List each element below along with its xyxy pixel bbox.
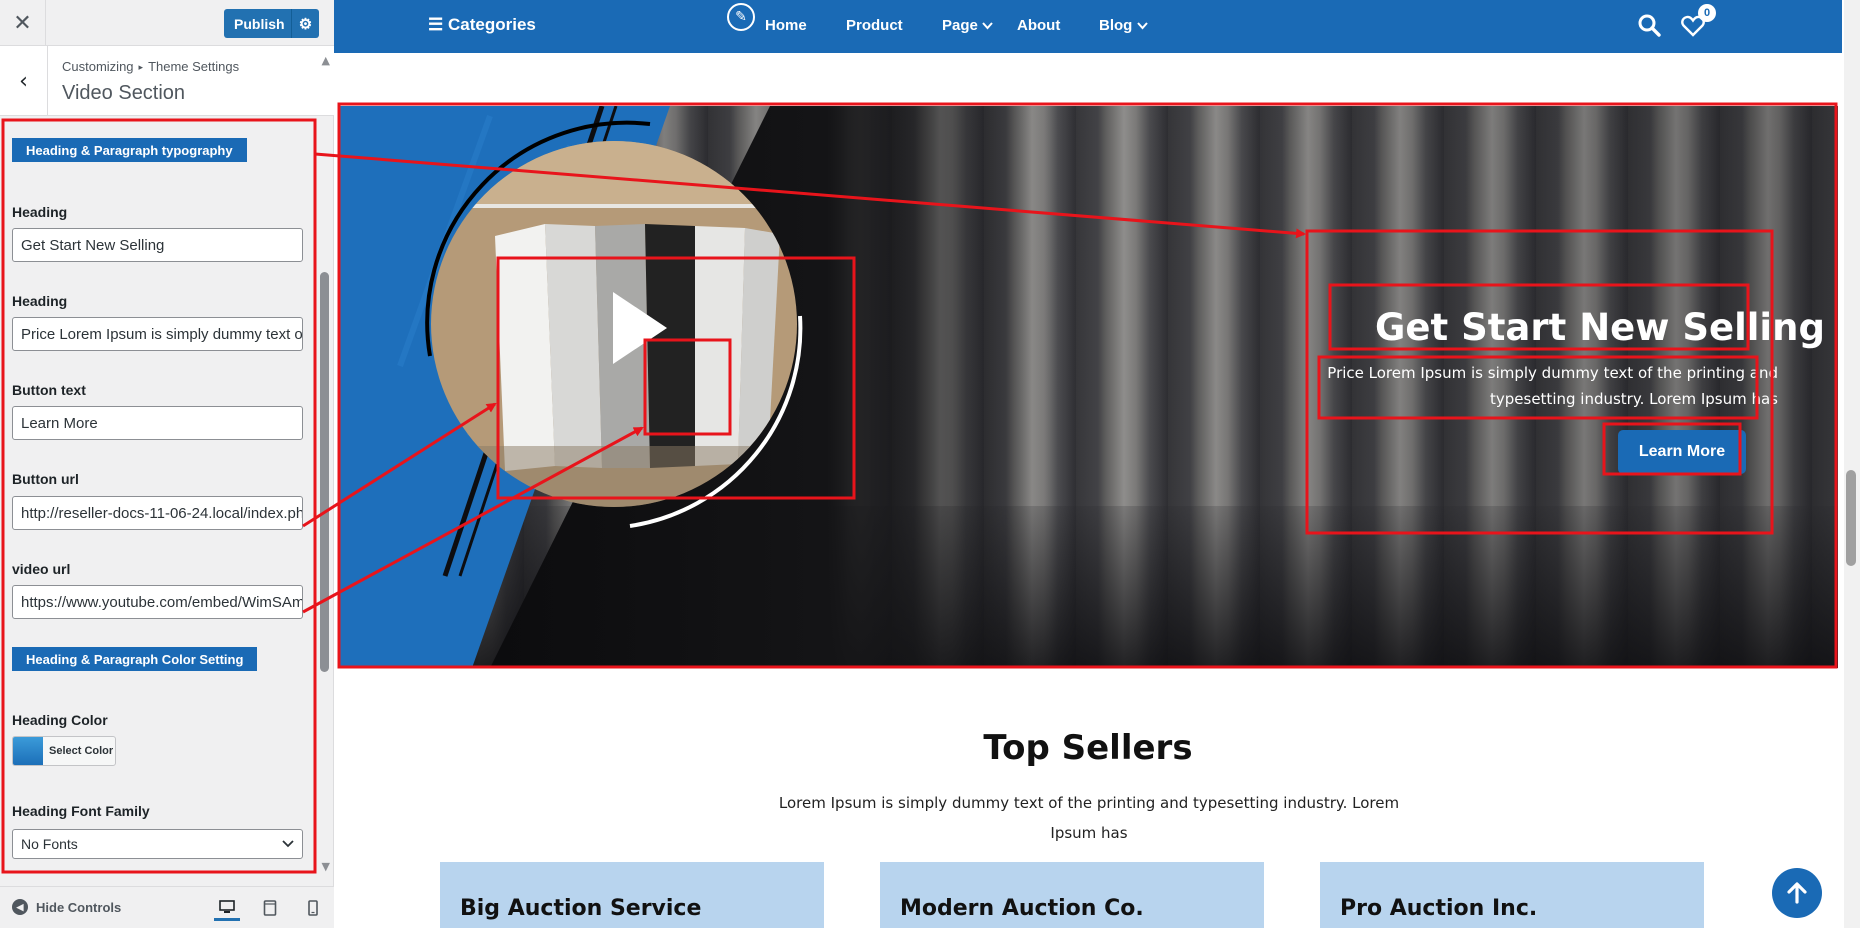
video-section-hero: Get Start New Selling Price Lorem Ipsum …: [340, 106, 1838, 668]
edit-pencil-icon[interactable]: ✎: [727, 3, 755, 31]
page-scrollbar-thumb[interactable]: [1846, 470, 1856, 566]
seller-name: Big Auction Service: [460, 896, 702, 921]
site-navbar: ☰ Categories ✎ Home Product Page About B…: [334, 0, 1842, 53]
scroll-up-arrow-icon[interactable]: ▲: [322, 54, 330, 67]
font-family-select[interactable]: No Fonts: [12, 829, 303, 859]
typography-section-heading: Heading & Paragraph typography: [12, 138, 247, 162]
nav-product[interactable]: Product: [846, 17, 903, 34]
section-header: ‹ Customizing ▸ Theme Settings Video Secti…: [0, 46, 334, 116]
breadcrumb-item: Customizing: [62, 59, 134, 74]
breadcrumb: Customizing ▸ Theme Settings: [62, 59, 239, 74]
select-color-button[interactable]: Select Color: [12, 736, 116, 766]
color-section-heading: Heading & Paragraph Color Setting: [12, 647, 258, 671]
breadcrumb-item: Theme Settings: [148, 59, 240, 74]
site-preview: ☰ Categories ✎ Home Product Page About B…: [334, 0, 1860, 928]
chevron-down-icon: [1136, 22, 1148, 30]
hero-heading: Get Start New Selling: [1375, 306, 1825, 349]
nav-blog[interactable]: Blog: [1099, 17, 1148, 34]
panel-scrollbar-thumb[interactable]: [320, 272, 329, 672]
hide-controls-label: Hide Controls: [36, 899, 122, 915]
hide-controls-button[interactable]: ◀ Hide Controls: [12, 899, 121, 915]
search-icon[interactable]: [1637, 13, 1661, 37]
arrow-up-icon: [1787, 882, 1807, 904]
tablet-preview-icon[interactable]: [257, 895, 283, 921]
seller-card[interactable]: Pro Auction Inc.: [1320, 862, 1704, 928]
collapse-icon: ◀: [12, 899, 28, 915]
color-swatch: [13, 737, 43, 765]
controls-list: Heading & Paragraph typography Heading G…: [0, 116, 334, 880]
seller-card[interactable]: Big Auction Service: [440, 862, 824, 928]
button-text-label: Button text: [12, 382, 86, 398]
wishlist-count-badge: 0: [1698, 4, 1716, 22]
close-icon: ✕: [13, 10, 32, 36]
mobile-preview-icon[interactable]: [300, 895, 326, 921]
chevron-down-icon: [282, 840, 294, 848]
section-title: Video Section: [62, 82, 186, 104]
font-family-label: Heading Font Family: [12, 803, 150, 819]
desktop-preview-icon[interactable]: [214, 895, 240, 921]
customizer-topbar: ✕ Publish ⚙: [0, 0, 334, 46]
hero-learn-more-button[interactable]: Learn More: [1618, 430, 1746, 474]
video-url-input[interactable]: https://www.youtube.com/embed/WimSAmpleV…: [12, 585, 303, 619]
select-color-label: Select Color: [49, 745, 114, 757]
menu-icon: ☰: [428, 15, 444, 34]
seller-card[interactable]: Modern Auction Co.: [880, 862, 1264, 928]
page-scrollbar-track[interactable]: [1844, 0, 1860, 928]
nav-categories[interactable]: ☰ Categories: [428, 15, 536, 35]
paragraph-input[interactable]: Price Lorem Ipsum is simply dummy text o…: [12, 317, 303, 351]
breadcrumb-separator-icon: ▸: [138, 62, 144, 72]
customizer-panel: ✕ Publish ⚙ ‹ Customizing ▸ Theme Settings…: [0, 0, 334, 928]
button-url-input[interactable]: http://reseller-docs-11-06-24.local/inde…: [12, 496, 303, 530]
nav-page[interactable]: Page: [942, 17, 993, 34]
paragraph-label: Heading: [12, 293, 68, 309]
nav-categories-label: Categories: [447, 15, 536, 34]
nav-about[interactable]: About: [1017, 17, 1060, 34]
nav-page-label: Page: [942, 17, 978, 34]
nav-blog-label: Blog: [1099, 17, 1133, 34]
publish-button[interactable]: Publish ⚙: [224, 9, 319, 38]
nav-home[interactable]: Home: [765, 17, 807, 34]
customizer-footer: ◀ Hide Controls: [0, 886, 334, 928]
top-sellers-title: Top Sellers: [983, 728, 1193, 768]
back-to-top-button[interactable]: [1772, 868, 1822, 918]
top-sellers-subtitle: Lorem Ipsum is simply dummy text of the …: [778, 794, 1400, 842]
chevron-down-icon: [982, 22, 993, 30]
gear-icon[interactable]: ⚙: [291, 9, 319, 38]
heading-input[interactable]: Get Start New Selling: [12, 228, 303, 262]
heading-label: Heading: [12, 204, 68, 220]
chevron-left-icon: ‹: [19, 68, 28, 94]
back-button[interactable]: ‹: [0, 46, 48, 116]
hero-paragraph: Price Lorem Ipsum is simply dummy text o…: [1327, 364, 1778, 408]
seller-name: Pro Auction Inc.: [1340, 896, 1538, 921]
heading-color-label: Heading Color: [12, 712, 108, 728]
font-family-value: No Fonts: [21, 836, 78, 852]
button-url-label: Button url: [12, 471, 79, 487]
publish-label: Publish: [234, 15, 285, 32]
video-url-label: video url: [12, 561, 71, 577]
seller-name: Modern Auction Co.: [900, 896, 1144, 921]
scroll-down-arrow-icon[interactable]: ▼: [322, 860, 330, 873]
button-text-input[interactable]: Learn More: [12, 406, 303, 440]
close-customizer-button[interactable]: ✕: [0, 0, 46, 46]
